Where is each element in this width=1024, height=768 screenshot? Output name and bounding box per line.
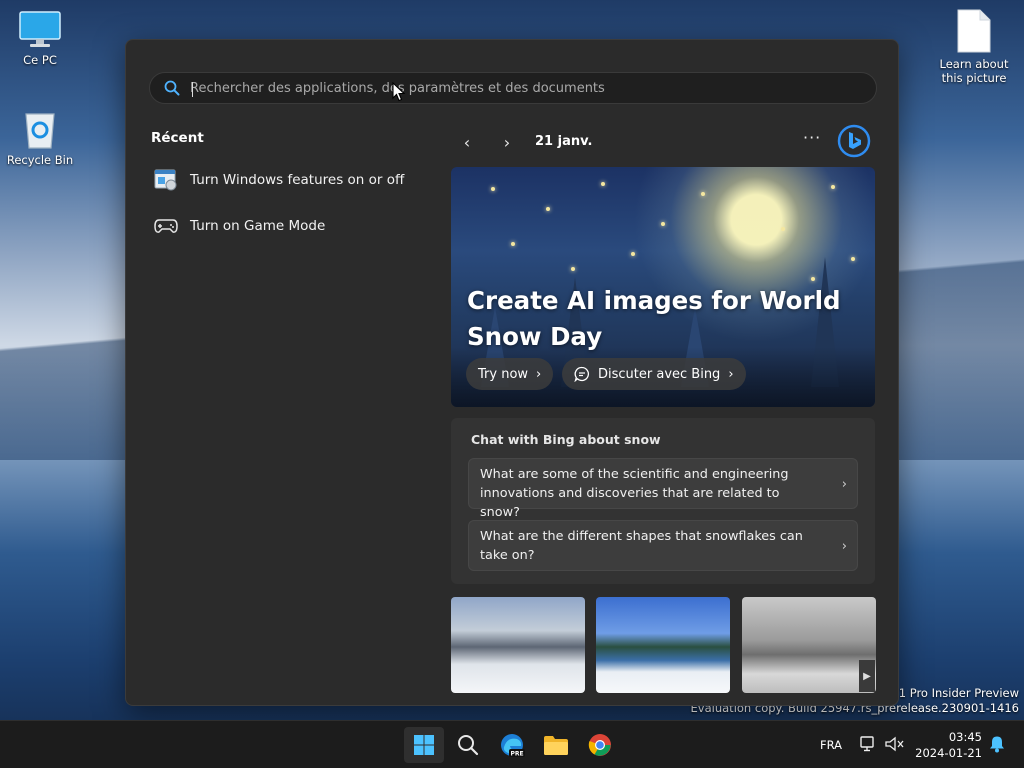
- bing-logo-icon[interactable]: [837, 124, 871, 158]
- mouse-cursor-icon: [392, 82, 406, 102]
- edge-browser-icon: PRE: [501, 734, 525, 757]
- recent-item-game-mode[interactable]: Turn on Game Mode: [154, 210, 333, 242]
- search-icon: [458, 735, 479, 756]
- thumbnail-snow-car[interactable]: [742, 597, 876, 693]
- taskbar-edge-preview[interactable]: PRE: [492, 727, 532, 763]
- monitor-icon: [19, 11, 61, 47]
- taskbar: PRE FRA 03:45 2024-01-21: [0, 720, 1024, 768]
- clock-date: 2024-01-21: [915, 746, 982, 760]
- start-button[interactable]: [404, 727, 444, 763]
- chat-question-1[interactable]: What are some of the scientific and engi…: [468, 458, 858, 520]
- svg-text:PRE: PRE: [510, 750, 523, 757]
- chat-with-bing-card: Chat with Bing about snow What are some …: [451, 418, 875, 584]
- recent-item-label: Turn on Game Mode: [190, 218, 326, 234]
- recycle-bin-icon: [25, 113, 55, 149]
- chevron-right-icon: ›: [841, 539, 847, 554]
- chat-question-2[interactable]: What are the different shapes that snowf…: [468, 520, 858, 571]
- chevron-right-icon: ›: [503, 132, 511, 152]
- document-icon: [957, 9, 991, 53]
- desktop-icon-label: Learn about this picture: [939, 57, 1009, 85]
- chat-with-bing-label: Discuter avec Bing: [598, 366, 721, 382]
- chat-bubble-icon: [574, 366, 590, 382]
- gamepad-icon: [154, 219, 178, 233]
- clock-time: 03:45: [948, 730, 982, 744]
- try-now-button[interactable]: Try now ›: [466, 358, 554, 390]
- windows-logo-icon: [414, 735, 434, 755]
- search-box[interactable]: [149, 72, 877, 104]
- hero-title: Create AI images for World Snow Day: [467, 286, 841, 351]
- chevron-left-icon: ‹: [463, 132, 471, 152]
- recent-item-label: Turn Windows features on or off: [190, 172, 405, 188]
- chat-with-bing-button[interactable]: Discuter avec Bing ›: [562, 358, 746, 390]
- feed-nav: ‹ › 21 janv. ···: [451, 124, 876, 160]
- input-language[interactable]: FRA: [820, 738, 842, 752]
- volume-muted-icon[interactable]: [884, 736, 904, 752]
- next-day-button[interactable]: ›: [493, 129, 521, 155]
- desktop-icon-label: Recycle Bin: [6, 153, 74, 167]
- network-icon[interactable]: [860, 736, 878, 752]
- thumbnails-scroll-right-button[interactable]: ▶: [859, 660, 875, 692]
- hero-card[interactable]: Create AI images for World Snow Day Try …: [451, 167, 875, 407]
- desktop-icon-label: Ce PC: [23, 53, 57, 67]
- clock[interactable]: 03:45 2024-01-21: [912, 729, 982, 761]
- chat-question-text: What are the different shapes that snowf…: [480, 529, 803, 563]
- folder-icon: [544, 736, 568, 755]
- chrome-icon: [588, 734, 611, 756]
- taskbar-file-explorer[interactable]: [536, 727, 576, 763]
- chevron-right-icon: ›: [536, 366, 542, 382]
- try-now-label: Try now: [478, 366, 529, 382]
- search-icon: [164, 80, 180, 96]
- taskbar-chrome[interactable]: [580, 727, 620, 763]
- desktop-icon-this-pc[interactable]: Ce PC: [0, 10, 80, 67]
- recent-heading: Récent: [151, 130, 204, 146]
- notification-bell-icon[interactable]: [988, 735, 1006, 753]
- chat-question-text: What are some of the scientific and engi…: [480, 467, 789, 520]
- taskbar-search-button[interactable]: [448, 727, 488, 763]
- thumbnail-ski-resort[interactable]: [451, 597, 585, 693]
- chevron-right-icon: ›: [841, 477, 847, 492]
- feed-date: 21 janv.: [535, 134, 593, 149]
- more-options-button[interactable]: ···: [803, 128, 821, 147]
- text-caret: [192, 82, 193, 97]
- desktop-icon-learn-picture[interactable]: Learn about this picture: [934, 8, 1014, 85]
- start-menu: Récent Turn Windows features on or off T…: [125, 39, 899, 706]
- chevron-right-icon: ›: [728, 366, 734, 382]
- previous-day-button[interactable]: ‹: [453, 129, 481, 155]
- chat-card-title: Chat with Bing about snow: [471, 432, 661, 447]
- thumbnail-sit-ski[interactable]: [596, 597, 730, 693]
- watermark-line1: 11 Pro Insider Preview: [891, 686, 1019, 700]
- windows-features-icon: [154, 169, 177, 191]
- triangle-right-icon: ▶: [863, 670, 871, 682]
- search-input[interactable]: [190, 80, 876, 96]
- desktop-icon-recycle-bin[interactable]: Recycle Bin: [0, 108, 80, 167]
- recent-item-windows-features[interactable]: Turn Windows features on or off: [154, 164, 412, 196]
